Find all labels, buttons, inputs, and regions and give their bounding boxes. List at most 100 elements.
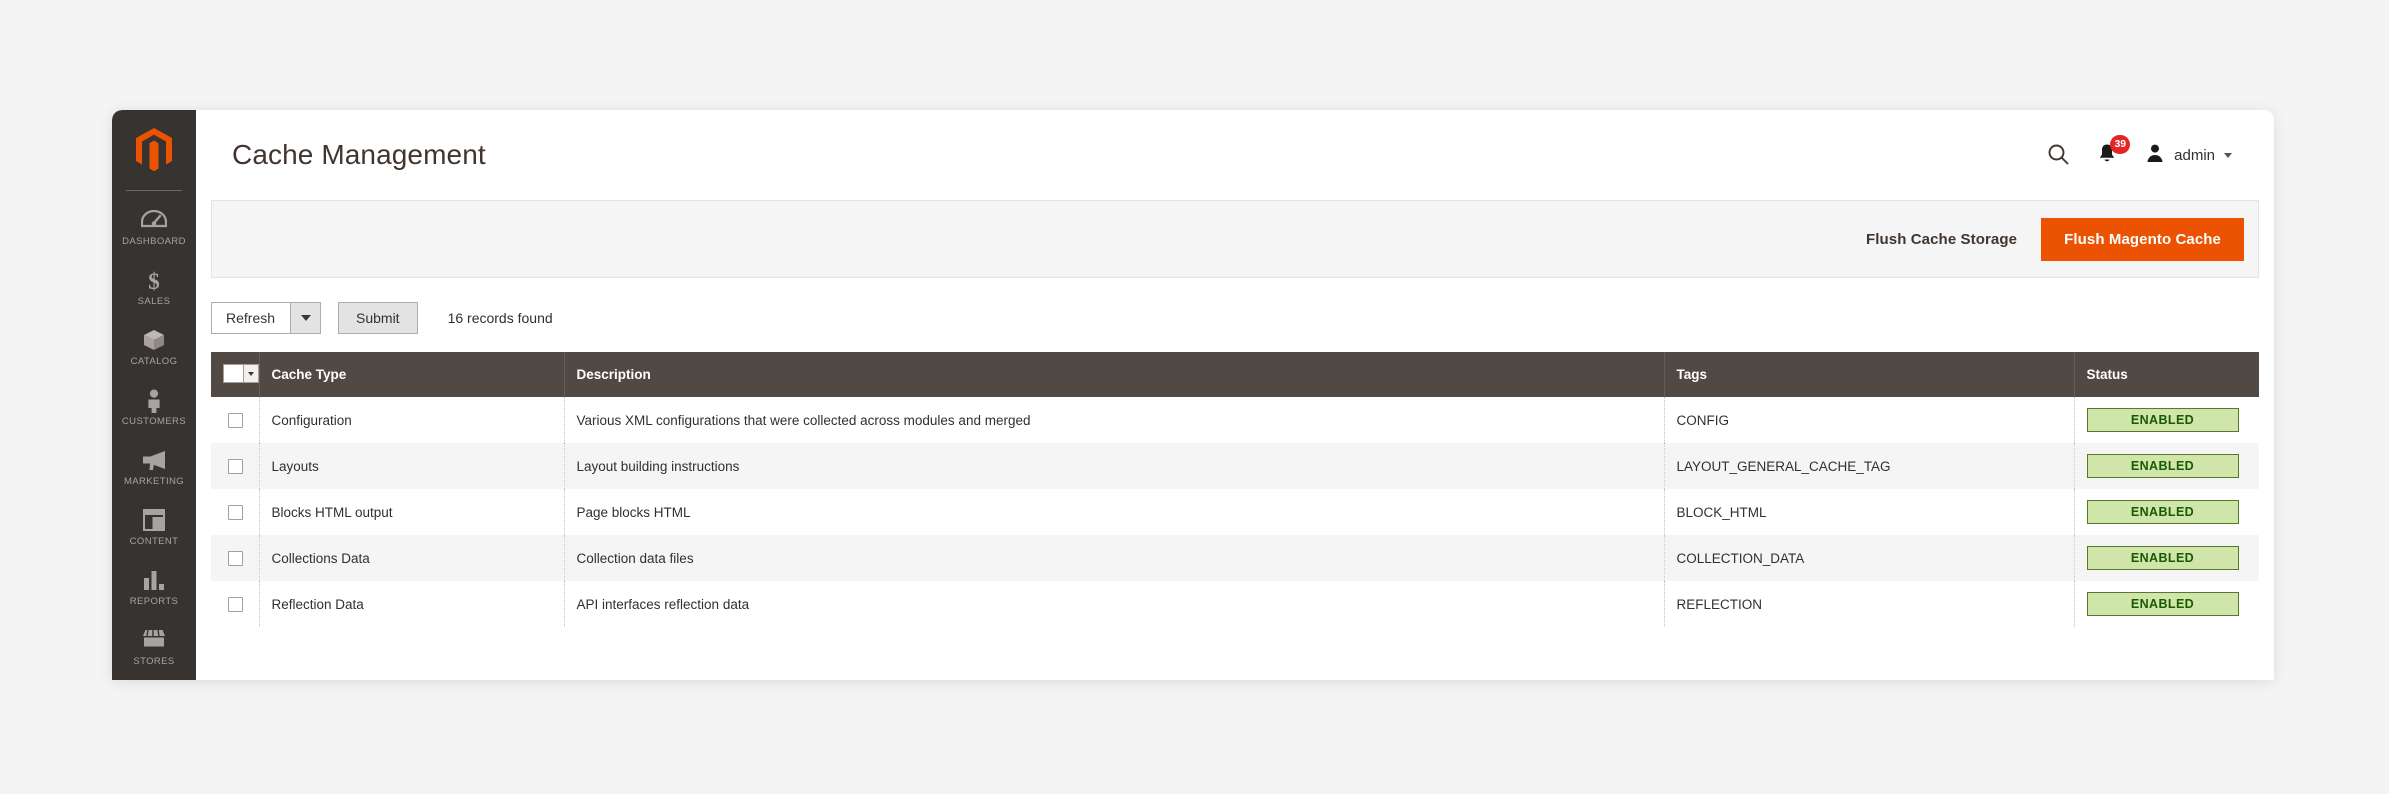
table-row[interactable]: Blocks HTML output Page blocks HTML BLOCK_… [211,489,2259,535]
row-checkbox[interactable] [228,596,244,612]
cell-description: API interfaces reflection data [564,581,1665,627]
cell-tags: REFLECTION [1664,581,2075,627]
cell-description: Page blocks HTML [564,489,1665,535]
flush-magento-cache-button[interactable]: Flush Magento Cache [2041,217,2244,261]
chevron-down-icon[interactable] [290,302,321,334]
table-row[interactable]: Reflection Data API interfaces reflection… [211,581,2259,627]
status-badge: ENABLED [2086,408,2239,432]
row-select-cell[interactable] [211,489,260,535]
magento-logo-icon[interactable] [134,128,174,174]
cell-status: ENABLED [2074,443,2259,489]
cell-status: ENABLED [2074,489,2259,535]
status-badge: ENABLED [2086,592,2239,616]
admin-account-menu[interactable]: admin [2145,143,2232,168]
cell-cache-type: Collections Data [259,535,565,581]
cache-grid: Cache Type Description Tags Status Confi… [211,352,2259,627]
dashboard-gauge-icon [114,209,194,231]
sidebar-item-stores[interactable]: STORES [112,617,196,677]
page-title: Cache Management [232,139,486,170]
sidebar-item-label: DASHBOARD [122,236,186,247]
sidebar-navigation: DASHBOARD $ SALES CATALOG CUSTOMERS MARK… [112,110,196,680]
admin-app-card: DASHBOARD $ SALES CATALOG CUSTOMERS MARK… [112,110,2274,680]
sidebar-item-catalog[interactable]: CATALOG [112,317,196,377]
row-select-cell[interactable] [211,535,260,581]
flush-cache-storage-button[interactable]: Flush Cache Storage [1842,221,2041,258]
column-header-tags[interactable]: Tags [1664,352,2075,397]
column-header-cache-type[interactable]: Cache Type [259,352,565,397]
row-checkbox[interactable] [228,504,244,520]
sidebar-item-customers[interactable]: CUSTOMERS [112,377,196,437]
status-badge: ENABLED [2086,500,2239,524]
cache-grid-container: Cache Type Description Tags Status Confi… [196,352,2274,680]
storefront-icon [114,629,194,651]
user-avatar-icon [2145,143,2165,168]
search-button[interactable] [2047,143,2069,168]
row-select-cell[interactable] [211,581,260,627]
svg-text:$: $ [148,269,160,293]
select-all-checkbox[interactable] [224,365,243,382]
cell-status: ENABLED [2074,535,2259,581]
cell-description: Layout building instructions [564,443,1665,489]
sidebar-item-label: CONTENT [129,536,179,547]
sidebar-item-dashboard[interactable]: DASHBOARD [112,197,196,257]
header-actions: 39 admin [2047,134,2232,168]
table-row[interactable]: Collections Data Collection data files COL… [211,535,2259,581]
sidebar-item-reports[interactable]: REPORTS [112,557,196,617]
sidebar-divider [126,190,182,191]
row-checkbox[interactable] [228,412,244,428]
sidebar-item-label: REPORTS [129,596,179,607]
records-found-label: 16 records found [447,310,553,326]
sidebar-item-label: STORES [133,656,175,667]
layout-panel-icon [114,509,194,531]
box-icon [114,329,194,351]
notification-count-badge: 39 [2110,134,2131,154]
dollar-sign-icon: $ [114,269,194,293]
sidebar-item-marketing[interactable]: MARKETING [112,437,196,497]
table-row[interactable]: Layouts Layout building instructions LAYOU… [211,443,2259,489]
megaphone-icon [114,449,194,471]
status-badge: ENABLED [2086,546,2239,570]
mass-action-split-button: RefreshDisableEnableSubmit [211,302,321,334]
mass-action-select[interactable]: RefreshDisableEnableSubmit [211,302,290,334]
cell-description: Collection data files [564,535,1665,581]
cell-cache-type: Layouts [259,443,565,489]
sidebar-item-sales[interactable]: $ SALES [112,257,196,317]
sidebar-item-label: CATALOG [130,356,178,367]
grid-body: Configuration Various XML configurations … [211,397,2259,627]
grid-toolbar: RefreshDisableEnableSubmit Submit 16 rec… [196,278,2274,352]
cell-description: Various XML configurations that were col… [564,397,1665,443]
row-select-cell[interactable] [211,397,260,443]
cell-cache-type: Reflection Data [259,581,565,627]
submit-button[interactable]: Submit [338,302,418,334]
main-content: Cache Management 39 admin Flush Cache St… [196,110,2274,680]
cell-tags: COLLECTION_DATA [1664,535,2075,581]
sidebar-item-label: MARKETING [123,476,185,487]
sidebar-item-content[interactable]: CONTENT [112,497,196,557]
person-icon [114,389,194,413]
chevron-down-icon[interactable] [243,365,258,382]
select-all-column-header [211,352,260,397]
table-row[interactable]: Configuration Various XML configurations … [211,397,2259,443]
sidebar-item-label: CUSTOMERS [121,416,187,427]
row-select-cell[interactable] [211,443,260,489]
cell-tags: BLOCK_HTML [1664,489,2075,535]
chevron-down-icon [2224,152,2232,158]
column-header-status[interactable]: Status [2074,352,2259,397]
cell-status: ENABLED [2074,397,2259,443]
column-header-description[interactable]: Description [564,352,1665,397]
notifications-button[interactable]: 39 [2097,134,2131,168]
select-all-dropdown-icon[interactable] [223,364,259,383]
status-badge: ENABLED [2086,454,2239,478]
cell-status: ENABLED [2074,581,2259,627]
row-checkbox[interactable] [228,458,244,474]
bar-chart-icon [114,569,194,591]
grid-head: Cache Type Description Tags Status [211,352,2259,397]
page-root: DASHBOARD $ SALES CATALOG CUSTOMERS MARK… [0,0,2389,794]
row-checkbox[interactable] [228,550,244,566]
cell-cache-type: Configuration [259,397,565,443]
page-header: Cache Management 39 admin [196,110,2274,200]
cell-tags: LAYOUT_GENERAL_CACHE_TAG [1664,443,2075,489]
cell-tags: CONFIG [1664,397,2075,443]
admin-username: admin [2174,146,2215,164]
sidebar-item-label: SALES [137,296,171,307]
